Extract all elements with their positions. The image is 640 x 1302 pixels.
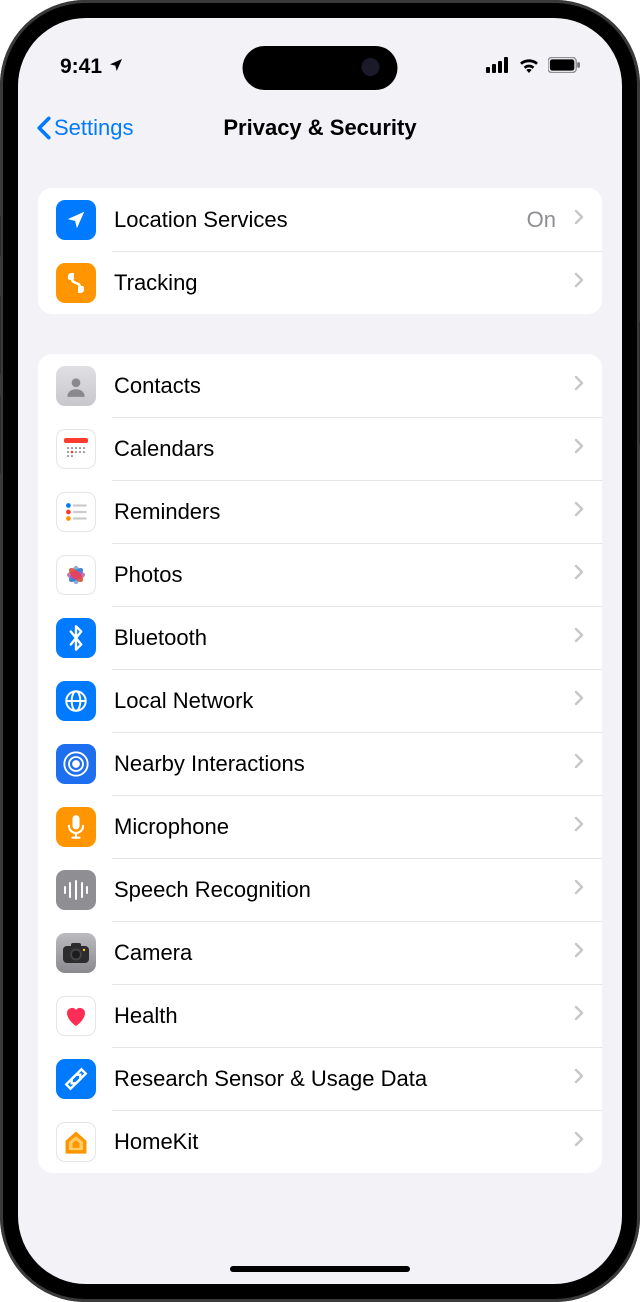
row-label: Photos bbox=[114, 562, 556, 588]
status-time: 9:41 bbox=[60, 55, 102, 79]
chevron-right-icon bbox=[574, 564, 584, 585]
row-label: Nearby Interactions bbox=[114, 751, 556, 777]
chevron-right-icon bbox=[574, 690, 584, 711]
row-label: Camera bbox=[114, 940, 556, 966]
phone-frame: 9:41 bbox=[0, 0, 640, 1302]
row-homekit[interactable]: HomeKit bbox=[38, 1110, 602, 1173]
bluetooth-icon bbox=[56, 618, 96, 658]
homekit-icon bbox=[56, 1122, 96, 1162]
battery-icon bbox=[548, 55, 580, 79]
chevron-right-icon bbox=[574, 1131, 584, 1152]
page-title: Privacy & Security bbox=[223, 115, 416, 141]
nearby-interactions-icon bbox=[56, 744, 96, 784]
row-camera[interactable]: Camera bbox=[38, 921, 602, 984]
settings-group: Location Services On Tracking bbox=[38, 188, 602, 314]
row-label: Local Network bbox=[114, 688, 556, 714]
row-value: On bbox=[527, 207, 556, 233]
chevron-right-icon bbox=[574, 1068, 584, 1089]
research-icon bbox=[56, 1059, 96, 1099]
row-photos[interactable]: Photos bbox=[38, 543, 602, 606]
chevron-right-icon bbox=[574, 438, 584, 459]
row-speech-recognition[interactable]: Speech Recognition bbox=[38, 858, 602, 921]
chevron-right-icon bbox=[574, 209, 584, 230]
row-calendars[interactable]: Calendars bbox=[38, 417, 602, 480]
local-network-icon bbox=[56, 681, 96, 721]
screen: 9:41 bbox=[18, 18, 622, 1284]
row-location-services[interactable]: Location Services On bbox=[38, 188, 602, 251]
row-tracking[interactable]: Tracking bbox=[38, 251, 602, 314]
microphone-icon bbox=[56, 807, 96, 847]
row-bluetooth[interactable]: Bluetooth bbox=[38, 606, 602, 669]
row-research-sensor[interactable]: Research Sensor & Usage Data bbox=[38, 1047, 602, 1110]
chevron-right-icon bbox=[574, 375, 584, 396]
home-indicator[interactable] bbox=[230, 1266, 410, 1272]
row-label: Calendars bbox=[114, 436, 556, 462]
chevron-right-icon bbox=[574, 942, 584, 963]
health-icon bbox=[56, 996, 96, 1036]
chevron-right-icon bbox=[574, 753, 584, 774]
wifi-icon bbox=[518, 55, 540, 79]
row-health[interactable]: Health bbox=[38, 984, 602, 1047]
content: Location Services On Tracking bbox=[18, 158, 622, 1173]
dynamic-island bbox=[243, 46, 398, 90]
chevron-left-icon bbox=[36, 116, 52, 140]
location-icon bbox=[56, 200, 96, 240]
calendar-icon bbox=[56, 429, 96, 469]
row-contacts[interactable]: Contacts bbox=[38, 354, 602, 417]
settings-group: Contacts Calendars Reminders bbox=[38, 354, 602, 1173]
volume-down-button bbox=[0, 395, 1, 475]
back-button[interactable]: Settings bbox=[36, 115, 134, 141]
chevron-right-icon bbox=[574, 1005, 584, 1026]
row-label: Health bbox=[114, 1003, 556, 1029]
tracking-icon bbox=[56, 263, 96, 303]
nav-bar: Settings Privacy & Security bbox=[18, 98, 622, 158]
row-label: HomeKit bbox=[114, 1129, 556, 1155]
camera-icon bbox=[56, 933, 96, 973]
row-label: Location Services bbox=[114, 207, 509, 233]
row-nearby-interactions[interactable]: Nearby Interactions bbox=[38, 732, 602, 795]
row-label: Tracking bbox=[114, 270, 556, 296]
location-indicator-icon bbox=[108, 55, 124, 79]
chevron-right-icon bbox=[574, 272, 584, 293]
row-microphone[interactable]: Microphone bbox=[38, 795, 602, 858]
row-label: Bluetooth bbox=[114, 625, 556, 651]
row-label: Speech Recognition bbox=[114, 877, 556, 903]
chevron-right-icon bbox=[574, 501, 584, 522]
chevron-right-icon bbox=[574, 627, 584, 648]
row-local-network[interactable]: Local Network bbox=[38, 669, 602, 732]
row-reminders[interactable]: Reminders bbox=[38, 480, 602, 543]
contacts-icon bbox=[56, 366, 96, 406]
back-label: Settings bbox=[54, 115, 134, 141]
chevron-right-icon bbox=[574, 816, 584, 837]
photos-icon bbox=[56, 555, 96, 595]
cellular-icon bbox=[486, 55, 510, 79]
speech-recognition-icon bbox=[56, 870, 96, 910]
volume-up-button bbox=[0, 295, 1, 375]
row-label: Reminders bbox=[114, 499, 556, 525]
row-label: Contacts bbox=[114, 373, 556, 399]
chevron-right-icon bbox=[574, 879, 584, 900]
row-label: Microphone bbox=[114, 814, 556, 840]
row-label: Research Sensor & Usage Data bbox=[114, 1066, 556, 1092]
reminders-icon bbox=[56, 492, 96, 532]
side-button bbox=[0, 215, 1, 257]
